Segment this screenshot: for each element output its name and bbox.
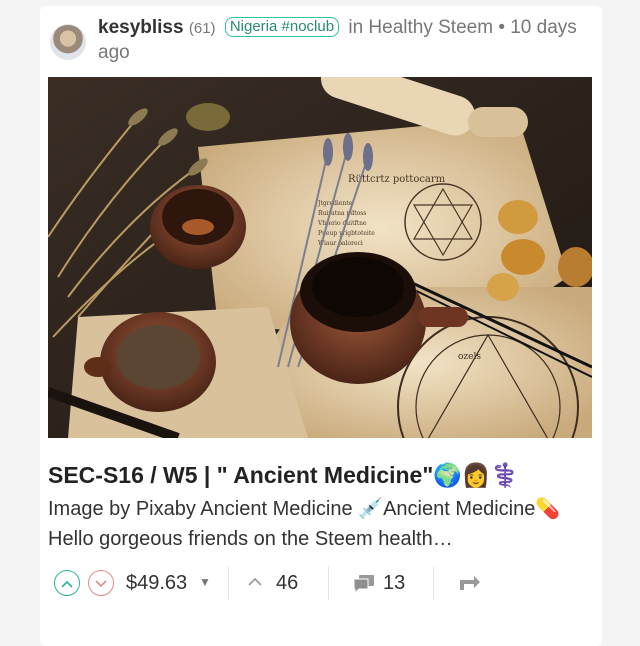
author-name[interactable]: kesybliss xyxy=(98,17,184,38)
post-excerpt[interactable]: Image by Pixaby Ancient Medicine 💉Ancien… xyxy=(48,494,593,554)
footer-divider xyxy=(328,566,329,600)
excerpt-line: Hello gorgeous friends on the Steem heal… xyxy=(48,528,453,550)
thumbnail-image: Rüttcrtz pottocarm Jtgrediente Ruiratna … xyxy=(48,77,592,438)
author-reputation: (61) xyxy=(188,20,216,37)
post-meta: kesybliss (61) Nigeria #noclub in Health… xyxy=(98,16,578,65)
post-title[interactable]: SEC-S16 / W5 | " Ancient Medicine"🌍👩⚕️ xyxy=(48,462,593,489)
scroll-line: Jtgrediente xyxy=(317,200,353,207)
post-footer: $49.63 ▼ 46 13 xyxy=(48,566,593,600)
comment-count[interactable]: 13 xyxy=(383,572,405,595)
vote-count[interactable]: 46 xyxy=(276,572,298,595)
community-link[interactable]: in Healthy Steem xyxy=(348,17,493,38)
scroll-line: Pueup yrigbtoteite xyxy=(318,230,375,237)
post-header: kesybliss (61) Nigeria #noclub in Health… xyxy=(50,16,590,76)
author-avatar[interactable] xyxy=(50,24,86,60)
scroll-line: Vhterio duitftne xyxy=(317,220,367,227)
resteem-icon[interactable] xyxy=(458,574,482,597)
footer-divider xyxy=(228,566,229,600)
comment-bubble-icon[interactable] xyxy=(353,574,375,599)
caret-down-icon[interactable]: ▼ xyxy=(199,575,211,589)
upvote-button[interactable] xyxy=(54,570,80,596)
payout-value[interactable]: $49.63 xyxy=(126,572,187,595)
post-thumbnail[interactable]: Rüttcrtz pottocarm Jtgrediente Ruiratna … xyxy=(48,77,592,438)
downvote-button[interactable] xyxy=(88,570,114,596)
map-text: ozels xyxy=(458,352,481,362)
chevron-down-circle-icon xyxy=(95,580,107,588)
scroll-line: Ruiratna pdtoss xyxy=(318,210,366,217)
community-tag[interactable]: Nigeria #noclub xyxy=(224,17,340,37)
chevron-up-circle-icon xyxy=(61,580,73,588)
chevron-up-icon xyxy=(248,574,262,590)
footer-divider xyxy=(433,566,434,600)
post-card: kesybliss (61) Nigeria #noclub in Health… xyxy=(40,6,602,646)
excerpt-line: Image by Pixaby Ancient Medicine 💉Ancien… xyxy=(48,498,561,520)
